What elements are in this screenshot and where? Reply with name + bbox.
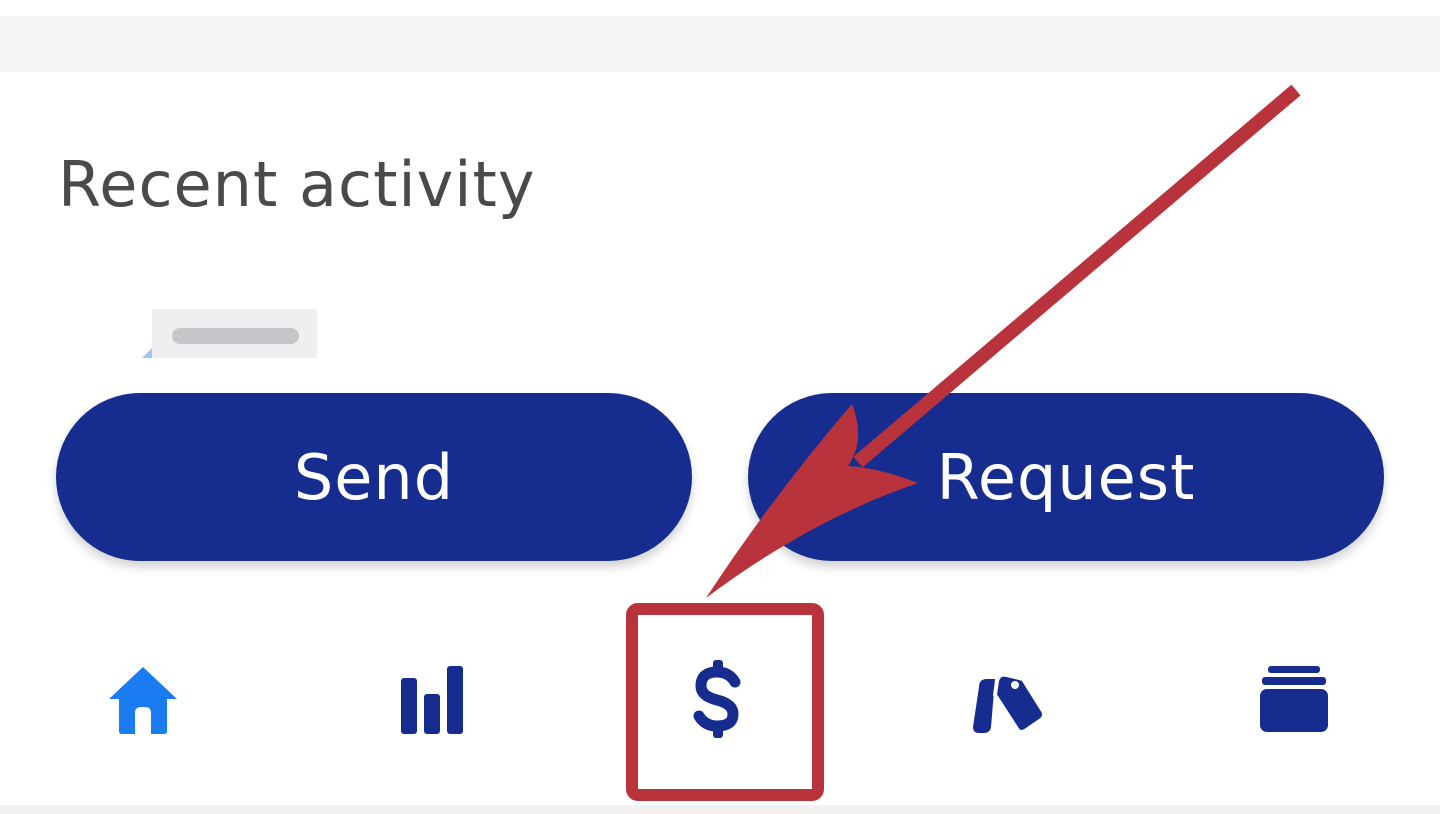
header-band [0,16,1440,72]
recent-activity-heading: Recent activity [58,148,536,221]
nav-item-activity[interactable] [382,660,482,740]
home-icon [109,667,177,734]
nav-item-wallet[interactable] [1244,660,1344,740]
screen: Recent activity Send Request [0,0,1440,814]
dollar-icon [693,660,741,738]
send-button[interactable]: Send [56,393,692,561]
nav-item-pay[interactable] [668,660,768,740]
nav-item-home[interactable] [93,660,193,740]
wallet-cards-icon [1260,666,1328,732]
activity-placeholder-corner [142,348,152,358]
price-tags-icon [973,672,1047,735]
bar-chart-icon [401,666,463,734]
bottom-navigation [0,600,1440,805]
status-area [0,0,1440,16]
bottom-edge [0,805,1440,814]
activity-placeholder-bar [172,328,299,344]
nav-item-offers[interactable] [959,660,1059,740]
activity-placeholder-card [152,309,317,358]
request-button[interactable]: Request [748,393,1384,561]
